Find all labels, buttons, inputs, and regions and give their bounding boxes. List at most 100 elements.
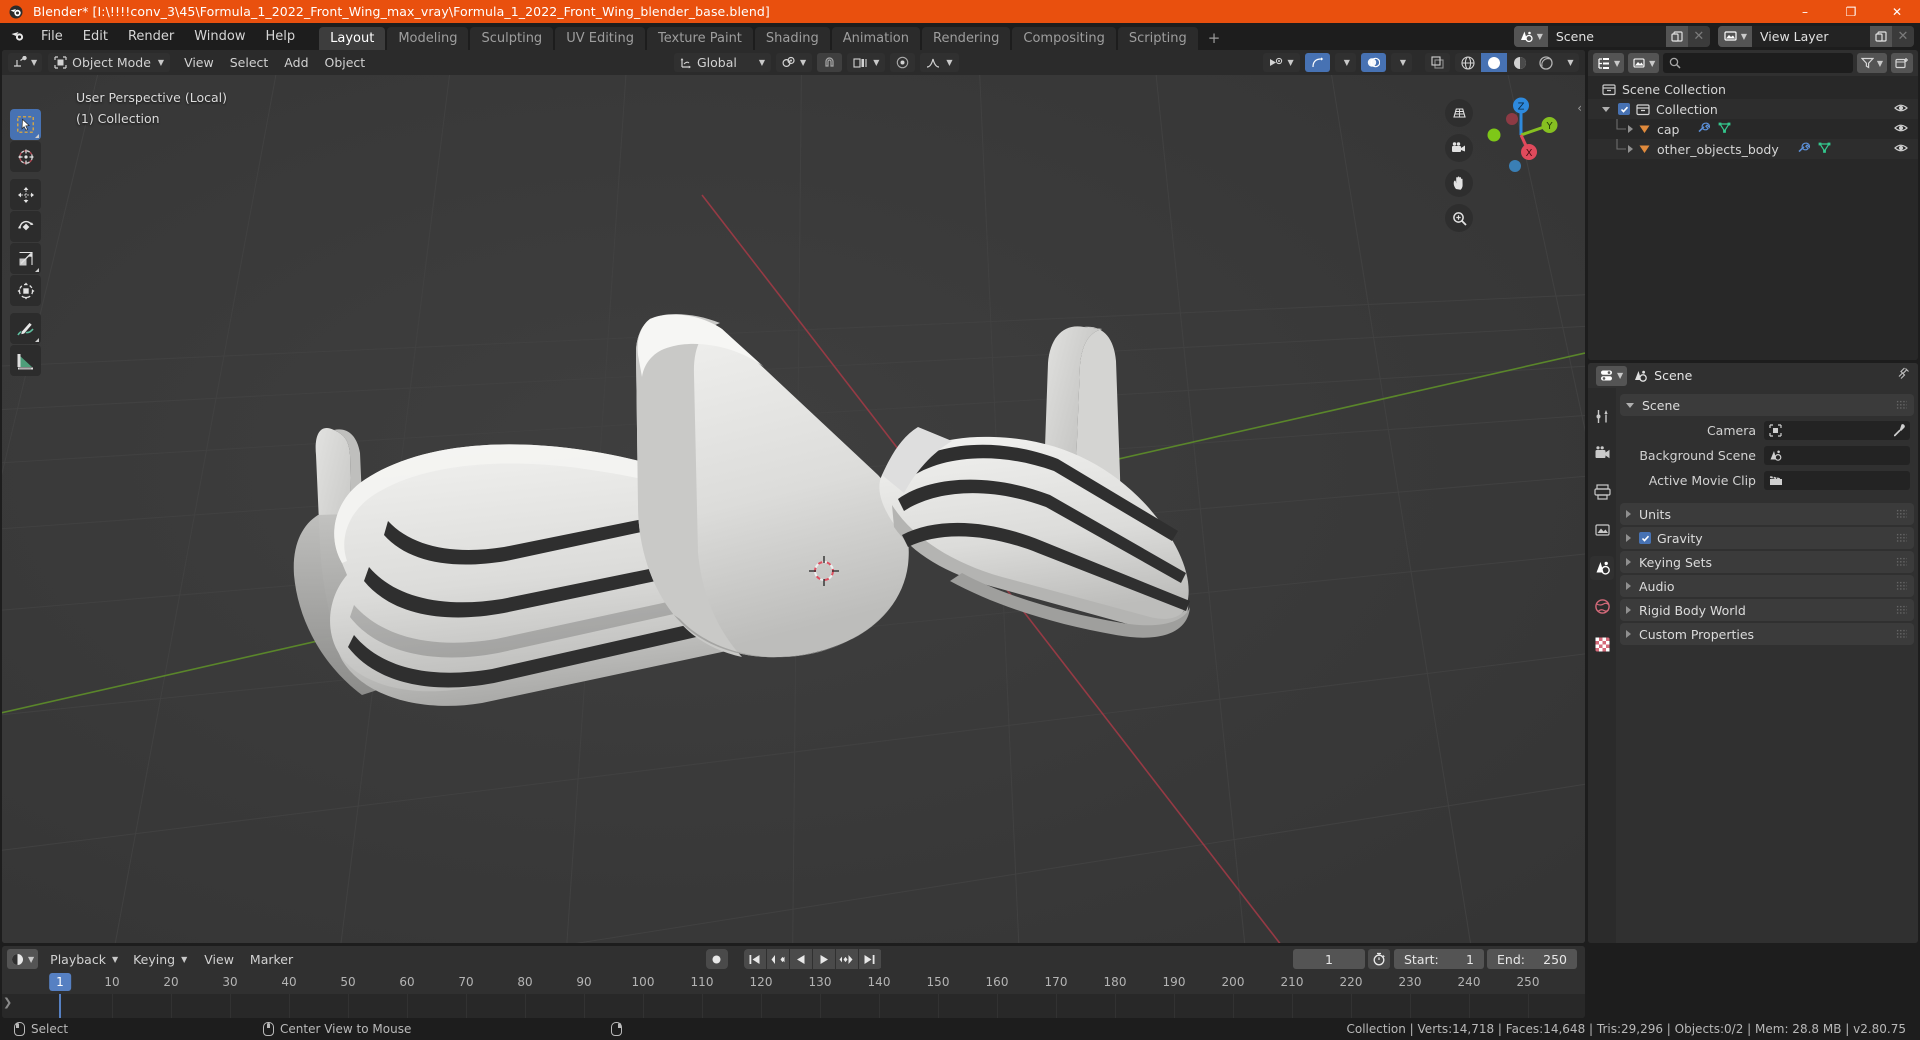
minimize-button[interactable]: – [1782, 0, 1828, 23]
scene-selector[interactable]: ▼ Scene ✕ [1513, 26, 1710, 47]
disclosure-triangle-icon[interactable] [1626, 402, 1634, 408]
workspace-tab-sculpting[interactable]: Sculpting [470, 27, 554, 51]
camera-field[interactable] [1764, 421, 1910, 440]
properties-tab-world[interactable] [1590, 594, 1614, 618]
new-scene-icon[interactable] [1665, 26, 1688, 47]
transform-tool[interactable] [10, 275, 41, 306]
disclosure-triangle-icon[interactable] [1626, 534, 1631, 542]
close-button[interactable]: ✕ [1874, 0, 1920, 23]
delete-scene-icon[interactable]: ✕ [1687, 26, 1710, 47]
viewport-menu-view[interactable]: View [176, 53, 222, 72]
pan-view-icon[interactable] [1445, 169, 1473, 197]
menu-file[interactable]: File [32, 26, 72, 47]
delete-view-layer-icon[interactable]: ✕ [1892, 26, 1914, 47]
outliner-row-cap[interactable]: cap [1588, 119, 1918, 139]
snap-magnet-toggle[interactable] [817, 53, 843, 72]
workspace-tab-animation[interactable]: Animation [831, 27, 920, 51]
auto-keying-icon[interactable] [705, 949, 728, 969]
properties-tab-output[interactable] [1590, 480, 1614, 504]
rigid-body-world-panel-header[interactable]: Rigid Body World [1620, 599, 1914, 621]
workspace-tab-modeling[interactable]: Modeling [387, 27, 469, 51]
properties-tab-tool[interactable] [1590, 404, 1614, 428]
scene-name-field[interactable]: Scene [1547, 26, 1666, 47]
timeline-channel-toggle[interactable]: ❯ [3, 996, 12, 1009]
xray-toggle[interactable] [1425, 53, 1450, 72]
mesh-data-icon[interactable] [1818, 142, 1831, 157]
proportional-edit-toggle[interactable] [890, 53, 916, 72]
3d-viewport[interactable]: ▼ Object Mode ▼ View Select Add Object G… [2, 50, 1585, 943]
viewport-menu-add[interactable]: Add [276, 53, 316, 72]
outliner-row-collection[interactable]: Collection [1588, 99, 1918, 119]
audio-panel-header[interactable]: Audio [1620, 575, 1914, 597]
gravity-checkbox[interactable] [1639, 532, 1651, 544]
viewport-menu-object[interactable]: Object [317, 53, 374, 72]
menu-help[interactable]: Help [257, 26, 305, 47]
object-mode-selector[interactable]: Object Mode ▼ [48, 53, 171, 72]
custom-properties-panel-header[interactable]: Custom Properties [1620, 623, 1914, 645]
shading-settings-selector[interactable]: ▼ [1559, 53, 1579, 72]
viewport-canvas[interactable]: User Perspective (Local) (1) Collection [2, 75, 1585, 943]
menu-window[interactable]: Window [185, 26, 254, 47]
disclosure-triangle-icon[interactable] [1628, 125, 1633, 133]
background-scene-field[interactable] [1764, 446, 1910, 465]
workspace-tab-compositing[interactable]: Compositing [1012, 27, 1116, 51]
object-visibility-selector[interactable]: ▼ [1262, 53, 1300, 72]
measure-tool[interactable] [10, 345, 41, 376]
disclosure-triangle-icon[interactable] [1626, 510, 1631, 518]
properties-panel-content[interactable]: Scene Camera Background Scene Active Mov… [1616, 388, 1918, 943]
rotate-tool[interactable] [10, 211, 41, 242]
disclosure-triangle-icon[interactable] [1626, 582, 1631, 590]
maximize-button[interactable]: ❐ [1828, 0, 1874, 23]
units-panel-header[interactable]: Units [1620, 503, 1914, 525]
keying-sets-panel-header[interactable]: Keying Sets [1620, 551, 1914, 573]
tweak-select-tool[interactable] [10, 109, 41, 140]
viewport-menu-select[interactable]: Select [222, 53, 277, 72]
workspace-tab-uv-editing[interactable]: UV Editing [555, 27, 646, 51]
next-keyframe-icon[interactable] [835, 949, 858, 969]
wrench-icon[interactable] [1797, 142, 1810, 157]
cursor-tool[interactable] [10, 141, 41, 172]
timeline-playhead-label[interactable]: 1 [49, 973, 71, 991]
use-preview-range-icon[interactable] [1368, 949, 1390, 969]
collection-checkbox[interactable] [1618, 103, 1630, 115]
gizmo-settings-selector[interactable]: ▼ [1334, 53, 1356, 72]
timeline-ruler[interactable]: 1 10 20 30 40 50 60 70 80 90 100 110 120… [2, 972, 1585, 994]
transform-orientation-selector[interactable]: Global ▼ [674, 53, 772, 72]
overlay-settings-selector[interactable]: ▼ [1390, 53, 1412, 72]
outliner-new-collection-button[interactable] [1891, 53, 1913, 73]
timeline-menu-marker[interactable]: Marker [242, 950, 301, 969]
editor-type-selector[interactable]: ▼ [8, 53, 43, 72]
pin-icon[interactable] [1896, 367, 1910, 385]
properties-editor[interactable]: ▼ Scene Scene Camera Background Scene Ac… [1588, 363, 1918, 943]
eyedropper-icon[interactable] [1892, 423, 1906, 441]
current-frame-field[interactable]: 1 [1293, 949, 1365, 969]
timeline-editor[interactable]: ▼ Playback ▼ Keying ▼ View Marker 1 Star… [2, 946, 1585, 1018]
workspace-tab-texture-paint[interactable]: Texture Paint [647, 27, 753, 51]
wrench-icon[interactable] [1697, 122, 1711, 137]
gravity-panel-header[interactable]: Gravity [1620, 527, 1914, 549]
shading-rendered-button[interactable] [1533, 53, 1559, 72]
properties-tab-render[interactable] [1590, 442, 1614, 466]
properties-editor-type-selector[interactable]: ▼ [1596, 365, 1628, 386]
play-icon[interactable] [812, 949, 835, 969]
disclosure-triangle-icon[interactable] [1626, 558, 1631, 566]
zoom-view-icon[interactable] [1445, 204, 1473, 232]
prev-keyframe-icon[interactable] [766, 949, 789, 969]
outliner-search-input[interactable] [1663, 53, 1853, 73]
timeline-menu-view[interactable]: View [196, 950, 242, 969]
shading-material-button[interactable] [1507, 53, 1533, 72]
disclosure-triangle-icon[interactable] [1628, 145, 1633, 153]
proportional-falloff-selector[interactable]: ▼ [920, 53, 959, 72]
jump-to-end-icon[interactable] [858, 949, 881, 969]
outliner-editor-type-selector[interactable]: ▼ [1593, 53, 1625, 73]
shading-solid-button[interactable] [1481, 53, 1507, 72]
timeline-playhead[interactable] [59, 994, 61, 1018]
viewport-sidebar-toggle[interactable]: ‹ [1577, 101, 1582, 115]
workspace-tab-layout[interactable]: Layout [319, 27, 386, 51]
menu-edit[interactable]: Edit [74, 26, 117, 47]
viewport-navigation-gizmo[interactable]: Z Y X [1479, 93, 1563, 177]
timeline-menu-playback[interactable]: Playback ▼ [44, 949, 125, 969]
workspace-tab-shading[interactable]: Shading [754, 27, 830, 51]
menu-render[interactable]: Render [119, 26, 183, 47]
disclosure-triangle-icon[interactable] [1626, 606, 1631, 614]
